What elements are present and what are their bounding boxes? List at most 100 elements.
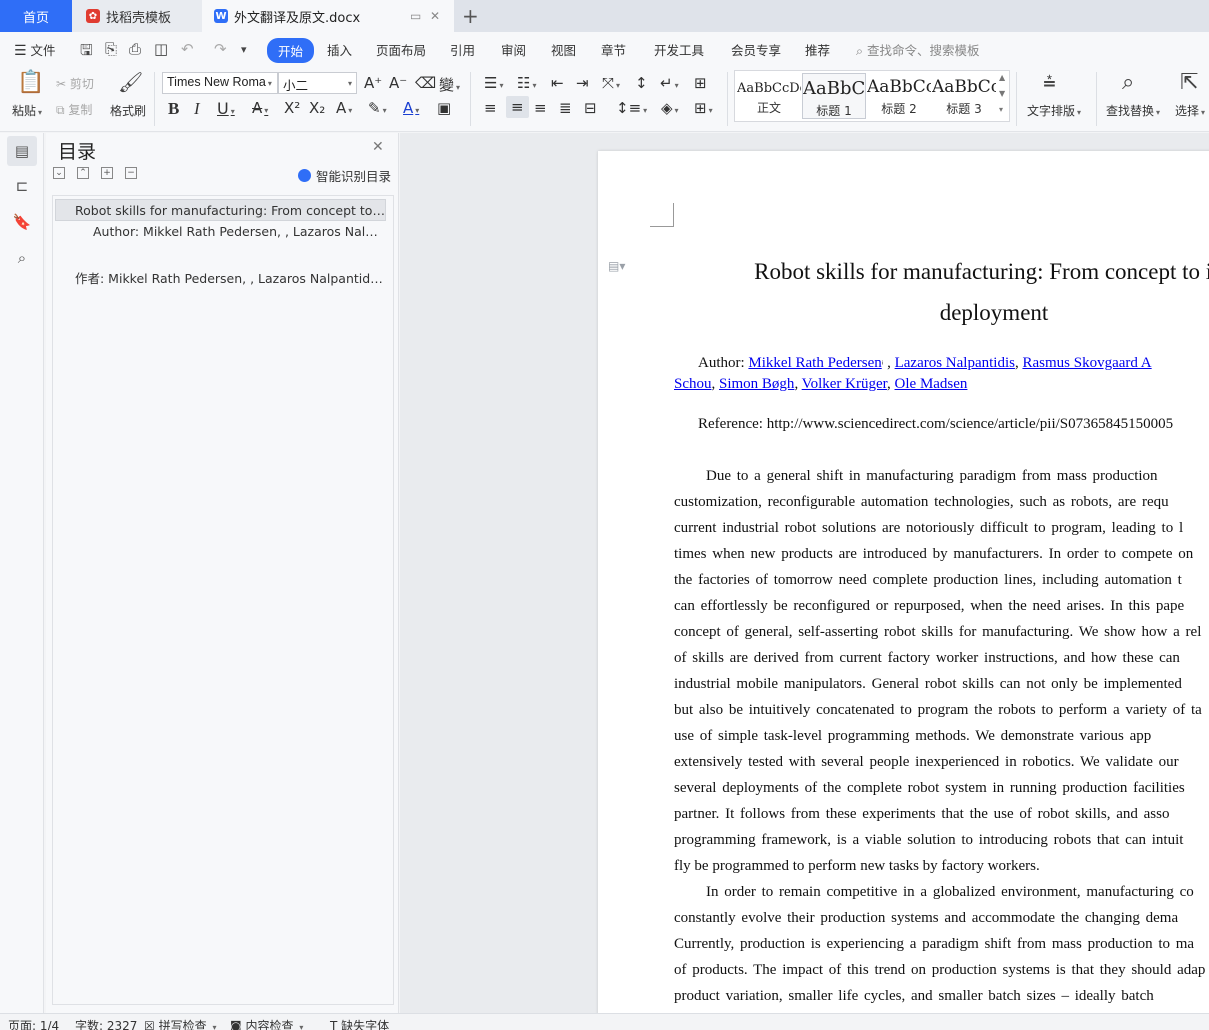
tab-template[interactable]: ✿ 找稻壳模板	[72, 0, 202, 32]
highlight-icon[interactable]: ✎ ▾	[368, 99, 387, 117]
menu-section[interactable]: 章节	[601, 40, 626, 59]
style-normal[interactable]: AaBbCcDd 正文	[737, 73, 801, 119]
close-tab-icon[interactable]: ✕	[430, 9, 440, 23]
strikethrough-icon[interactable]: A ▾	[252, 99, 268, 117]
author-link[interactable]: Rasmus Skovgaard A	[1022, 355, 1151, 371]
chapter-nav-icon[interactable]: ⊏	[7, 171, 37, 201]
search-icon[interactable]: ⌕	[7, 243, 37, 273]
remove-level-icon[interactable]: −	[125, 167, 137, 179]
align-right-icon[interactable]: ≡	[534, 99, 547, 117]
tab-stop-icon[interactable]: ⊞	[694, 74, 707, 92]
new-tab-icon[interactable]: +	[462, 4, 479, 28]
quick-access-dropdown-icon[interactable]: ▾	[241, 43, 247, 56]
author-link[interactable]: Schou	[674, 376, 712, 392]
menu-developer[interactable]: 开发工具	[654, 40, 704, 59]
align-left-icon[interactable]: ≡	[484, 99, 497, 117]
phonetic-guide-icon[interactable]: 變 ▾	[439, 74, 460, 95]
bookmark-icon[interactable]: 🔖	[7, 207, 37, 237]
numbered-list-icon[interactable]: ☷ ▾	[517, 74, 536, 92]
find-replace-icon[interactable]: ⌕	[1122, 70, 1134, 95]
style-heading-3[interactable]: AaBbCcI 标题 3	[932, 73, 996, 119]
styles-scroll-up-icon[interactable]: ▲	[999, 73, 1005, 82]
content-check-button[interactable]: ◙ 内容检查 ▾	[230, 1017, 303, 1030]
line-spacing-icon[interactable]: ↕≡ ▾	[616, 99, 647, 117]
author-link[interactable]: Mikkel Rath Pedersen	[748, 355, 881, 371]
find-replace-button[interactable]: 查找替换 ▾	[1106, 102, 1160, 119]
redo-icon[interactable]: ↷	[214, 40, 227, 58]
align-center-icon[interactable]: ≡	[506, 96, 529, 118]
shading-icon[interactable]: ◈ ▾	[661, 99, 679, 117]
select-cursor-icon[interactable]: ⇱	[1180, 70, 1198, 95]
add-level-icon[interactable]: +	[101, 167, 113, 179]
author-link[interactable]: Ole Madsen	[895, 376, 968, 392]
font-name-select[interactable]: Times New Roma ▾	[162, 72, 278, 94]
toc-item[interactable]: Robot skills for manufacturing: From con…	[55, 199, 386, 221]
print-icon[interactable]: ⎙	[129, 40, 141, 58]
page-indicator[interactable]: 页面: 1/4	[8, 1017, 59, 1030]
menu-recommend[interactable]: 推荐	[805, 40, 830, 59]
italic-icon[interactable]: I	[194, 99, 200, 119]
tab-document[interactable]: W 外文翻译及原文.docx ▭ ✕	[202, 0, 454, 32]
style-heading-1[interactable]: AaBbCc 标题 1	[802, 73, 866, 119]
underline-icon[interactable]: U ▾	[217, 99, 235, 118]
bullet-list-icon[interactable]: ☰ ▾	[484, 74, 503, 92]
char-border-icon[interactable]: ▣	[437, 99, 451, 117]
close-icon[interactable]: ✕	[372, 139, 384, 155]
superscript-icon[interactable]: X²	[284, 99, 300, 117]
subscript-icon[interactable]: X₂	[309, 99, 325, 117]
clear-format-icon[interactable]: ⌫	[415, 74, 436, 92]
spell-check-button[interactable]: ☒ 拼写检查 ▾	[144, 1017, 216, 1030]
author-link[interactable]: Simon Bøgh	[719, 376, 794, 392]
text-layout-button[interactable]: 文字排版 ▾	[1027, 102, 1081, 119]
paste-icon[interactable]: 📋	[17, 70, 44, 95]
select-button[interactable]: 选择 ▾	[1175, 102, 1205, 119]
paragraph-mark-icon[interactable]: ↵ ▾	[660, 74, 679, 92]
decrease-indent-icon[interactable]: ⇤	[551, 74, 564, 92]
distributed-icon[interactable]: ⊟	[584, 99, 597, 117]
save-icon[interactable]: 🖫	[80, 40, 93, 65]
toc-item[interactable]: 作者: Mikkel Rath Pedersen, , Lazaros Nalp…	[75, 268, 383, 287]
sort-icon[interactable]: ↕	[635, 74, 648, 92]
borders-icon[interactable]: ⊞ ▾	[694, 99, 713, 117]
smart-recognize-button[interactable]: 智能识别目录	[298, 166, 391, 185]
chinese-layout-icon[interactable]: ⤧ ▾	[602, 74, 620, 92]
copy-button[interactable]: ⧉ 复制	[56, 101, 92, 118]
command-search[interactable]: ⌕ 查找命令、搜索模板	[856, 40, 980, 59]
text-layout-icon[interactable]: ⩮	[1043, 70, 1056, 95]
text-effect-icon[interactable]: A ▾	[336, 99, 352, 117]
paste-button[interactable]: 粘贴 ▾	[12, 102, 42, 119]
font-size-select[interactable]: 小二 ▾	[278, 72, 357, 94]
styles-expand-icon[interactable]: ▾	[999, 105, 1003, 114]
style-heading-2[interactable]: AaBbCc 标题 2	[867, 73, 931, 119]
menu-member[interactable]: 会员专享	[731, 40, 781, 59]
tab-home[interactable]: 首页	[0, 0, 72, 32]
menu-review[interactable]: 审阅	[501, 40, 526, 59]
print-preview-icon[interactable]: ◫	[154, 40, 168, 58]
format-painter-button[interactable]: 格式刷	[110, 102, 146, 119]
grow-font-icon[interactable]: A⁺	[364, 74, 382, 92]
pin-window-icon[interactable]: ▭	[410, 9, 421, 23]
menu-home[interactable]: 开始	[267, 38, 315, 63]
styles-scroll-down-icon[interactable]: ▼	[999, 89, 1005, 98]
font-color-icon[interactable]: A ▾	[403, 99, 419, 117]
format-painter-icon[interactable]: 🖌	[118, 70, 143, 94]
expand-all-icon[interactable]: ⌃	[77, 167, 89, 179]
cut-button[interactable]: ✂ 剪切	[56, 75, 94, 92]
bold-icon[interactable]: B	[168, 99, 179, 119]
undo-icon[interactable]: ↶	[181, 40, 194, 58]
author-link[interactable]: Volker Krüger	[802, 376, 887, 392]
toc-panel-icon[interactable]: ▤	[7, 136, 37, 166]
author-link[interactable]: Lazaros Nalpantidis	[895, 355, 1015, 371]
missing-font-button[interactable]: T 缺失字体	[330, 1017, 389, 1030]
export-pdf-icon[interactable]: ⎘	[105, 40, 117, 58]
document-page[interactable]: ▤▾ Robot skills for manufacturing: From …	[598, 151, 1209, 1013]
increase-indent-icon[interactable]: ⇥	[576, 74, 589, 92]
menu-view[interactable]: 视图	[551, 40, 576, 59]
word-count[interactable]: 字数: 2327	[75, 1017, 137, 1030]
file-menu[interactable]: ☰ 文件	[14, 40, 56, 59]
toc-item[interactable]: Author: Mikkel Rath Pedersen, , Lazaros …	[93, 224, 383, 239]
shrink-font-icon[interactable]: A⁻	[389, 74, 407, 92]
justify-icon[interactable]: ≣	[559, 99, 572, 117]
menu-page-layout[interactable]: 页面布局	[376, 40, 426, 59]
collapse-all-icon[interactable]: ⌄	[53, 167, 65, 179]
